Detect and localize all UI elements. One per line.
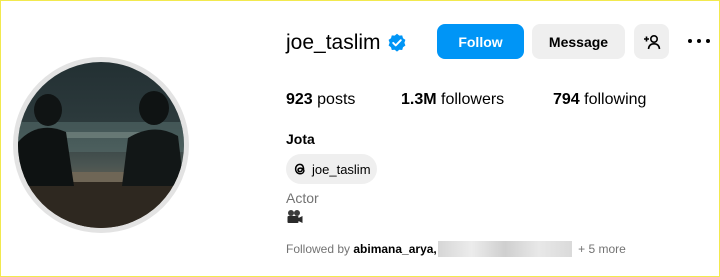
stat-following[interactable]: 794 following	[553, 90, 646, 110]
following-count: 794	[553, 91, 580, 108]
stat-followers[interactable]: 1.3M followers	[401, 90, 504, 110]
verified-badge-icon	[388, 33, 406, 52]
avatar-scene	[18, 91, 184, 228]
posts-count: 923	[286, 91, 313, 108]
message-button[interactable]: Message	[532, 24, 625, 59]
followed-by-first-user[interactable]: abimana_arya,	[353, 242, 436, 256]
suggest-similar-button[interactable]	[634, 24, 669, 59]
followed-by-prefix: Followed by	[286, 242, 354, 256]
threads-handle: joe_taslim	[312, 161, 371, 177]
redacted-username	[437, 241, 572, 257]
followed-by-more[interactable]: + 5 more	[578, 242, 626, 256]
followers-count: 1.3M	[401, 91, 437, 108]
movie-camera-icon	[287, 210, 303, 223]
threads-icon	[294, 163, 305, 175]
following-label: following	[584, 91, 647, 108]
profile-username: joe_taslim	[286, 31, 381, 54]
threads-link[interactable]: joe_taslim	[286, 154, 377, 184]
stat-posts: 923 posts	[286, 90, 355, 110]
add-user-icon	[643, 34, 660, 49]
followers-label: followers	[441, 91, 505, 108]
profile-full-name: Jota	[286, 131, 315, 147]
followed-by-text[interactable]: Followed by abimana_arya, + 5 more	[286, 241, 626, 257]
profile-avatar[interactable]	[13, 57, 189, 233]
avatar-image	[18, 62, 184, 228]
more-options-icon[interactable]	[686, 30, 712, 52]
follow-button[interactable]: Follow	[437, 24, 524, 59]
posts-label: posts	[317, 91, 356, 108]
profile-category: Actor	[286, 190, 319, 206]
